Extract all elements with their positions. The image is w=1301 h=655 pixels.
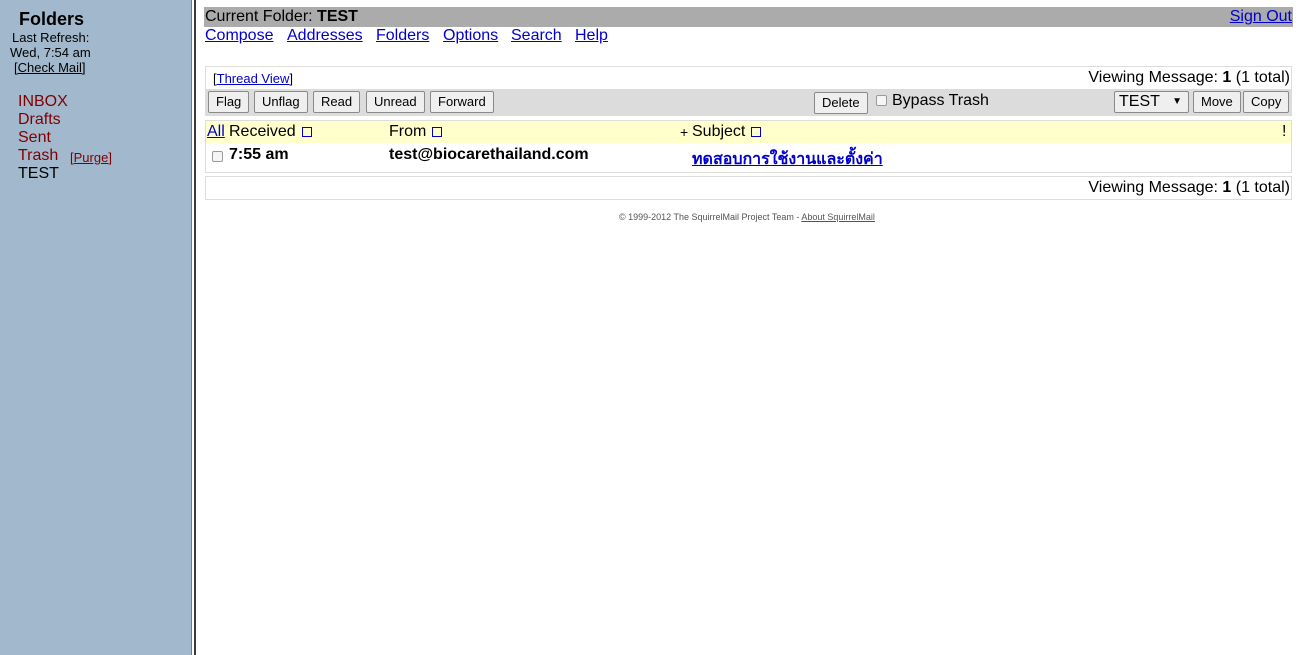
target-folder-select[interactable]: TEST ▼ (1114, 91, 1189, 113)
viewing-total: (1 total) (1231, 179, 1290, 196)
message-list: All Received From + Subject ! 7:55 am te… (205, 120, 1292, 173)
expand-plus-icon[interactable]: + (680, 121, 688, 143)
about-squirrelmail-link[interactable]: About SquirrelMail (801, 212, 875, 222)
bypass-trash-label: Bypass Trash (892, 92, 989, 109)
nav-options[interactable]: Options (443, 27, 498, 45)
viewing-total: (1 total) (1231, 69, 1290, 86)
viewing-message-top: Viewing Message: 1 (1 total) (1088, 69, 1290, 87)
current-folder-bar: Current Folder: TEST Sign Out (204, 7, 1293, 27)
viewing-label: Viewing Message: (1088, 179, 1223, 196)
thread-view-link[interactable]: Thread View (217, 71, 290, 86)
pager-bottom: Viewing Message: 1 (1 total) (205, 176, 1292, 200)
forward-button[interactable]: Forward (430, 91, 494, 113)
folder-sent[interactable]: Sent (18, 129, 51, 147)
folder-trash[interactable]: Trash (18, 147, 58, 165)
last-refresh-label: Last Refresh: (12, 30, 90, 45)
check-mail: [Check Mail] (14, 60, 86, 75)
unflag-button[interactable]: Unflag (254, 91, 308, 113)
dropdown-arrow-icon: ▼ (1172, 96, 1182, 107)
unread-button[interactable]: Unread (366, 91, 425, 113)
folder-drafts[interactable]: Drafts (18, 111, 61, 129)
delete-button[interactable]: Delete (814, 92, 868, 114)
sort-icon[interactable] (751, 126, 762, 137)
message-select-checkbox[interactable] (212, 151, 223, 162)
nav-help[interactable]: Help (575, 27, 608, 45)
folder-sidebar: Folders Last Refresh: Wed, 7:54 am [Chec… (0, 0, 191, 655)
footer-copyright: © 1999-2012 The SquirrelMail Project Tea… (619, 212, 802, 222)
message-subject-link[interactable]: ทดสอบการใช้งานและตั้งค่า (692, 147, 883, 172)
message-received: 7:55 am (229, 146, 289, 163)
purge-trash-link[interactable]: Purge (74, 150, 109, 165)
current-folder: Current Folder: TEST (205, 7, 358, 27)
nav-addresses[interactable]: Addresses (287, 27, 363, 45)
nav-compose[interactable]: Compose (205, 27, 273, 45)
col-from-label: From (389, 123, 427, 140)
message-toolbar: Flag Unflag Read Unread Forward Delete B… (205, 89, 1292, 116)
select-all-link[interactable]: All (207, 121, 225, 143)
purge-trash: [Purge] (70, 150, 112, 165)
move-button[interactable]: Move (1193, 91, 1241, 113)
read-button[interactable]: Read (313, 91, 361, 113)
last-refresh-date: Wed, 7:54 am (10, 45, 91, 60)
message-from: test@biocarethailand.com (389, 146, 589, 163)
sign-out-link[interactable]: Sign Out (1230, 7, 1292, 27)
sidebar-title: Folders (19, 9, 85, 29)
bypass-trash-checkbox[interactable] (876, 95, 887, 106)
target-folder-value: TEST (1119, 93, 1160, 110)
footer-text: © 1999-2012 The SquirrelMail Project Tea… (619, 212, 875, 222)
col-from[interactable]: From (389, 121, 443, 143)
pager-top: [Thread View] Viewing Message: 1 (1 tota… (205, 66, 1292, 89)
viewing-number: 1 (1222, 69, 1232, 86)
viewing-number: 1 (1222, 179, 1232, 196)
frame-divider[interactable] (191, 0, 196, 655)
col-received-label: Received (229, 123, 296, 140)
sort-icon[interactable] (301, 126, 312, 137)
sort-icon[interactable] (432, 126, 443, 137)
copy-button[interactable]: Copy (1243, 91, 1290, 113)
viewing-label: Viewing Message: (1088, 69, 1223, 86)
col-received[interactable]: Received (229, 121, 312, 143)
current-folder-label: Current Folder: (205, 8, 318, 25)
message-list-header: All Received From + Subject ! (206, 121, 1291, 143)
nav-folders[interactable]: Folders (376, 27, 429, 45)
col-subject[interactable]: Subject (692, 121, 762, 143)
folder-test[interactable]: TEST (18, 165, 59, 183)
current-folder-name: TEST (317, 8, 358, 25)
viewing-message-bottom: Viewing Message: 1 (1 total) (1088, 179, 1290, 197)
col-priority: ! (1282, 123, 1287, 140)
col-subject-label: Subject (692, 123, 746, 140)
nav-search[interactable]: Search (511, 27, 562, 45)
thread-view: [Thread View] (213, 71, 293, 86)
flag-button[interactable]: Flag (208, 91, 250, 113)
folder-inbox[interactable]: INBOX (18, 93, 68, 111)
check-mail-link[interactable]: Check Mail (18, 60, 82, 75)
